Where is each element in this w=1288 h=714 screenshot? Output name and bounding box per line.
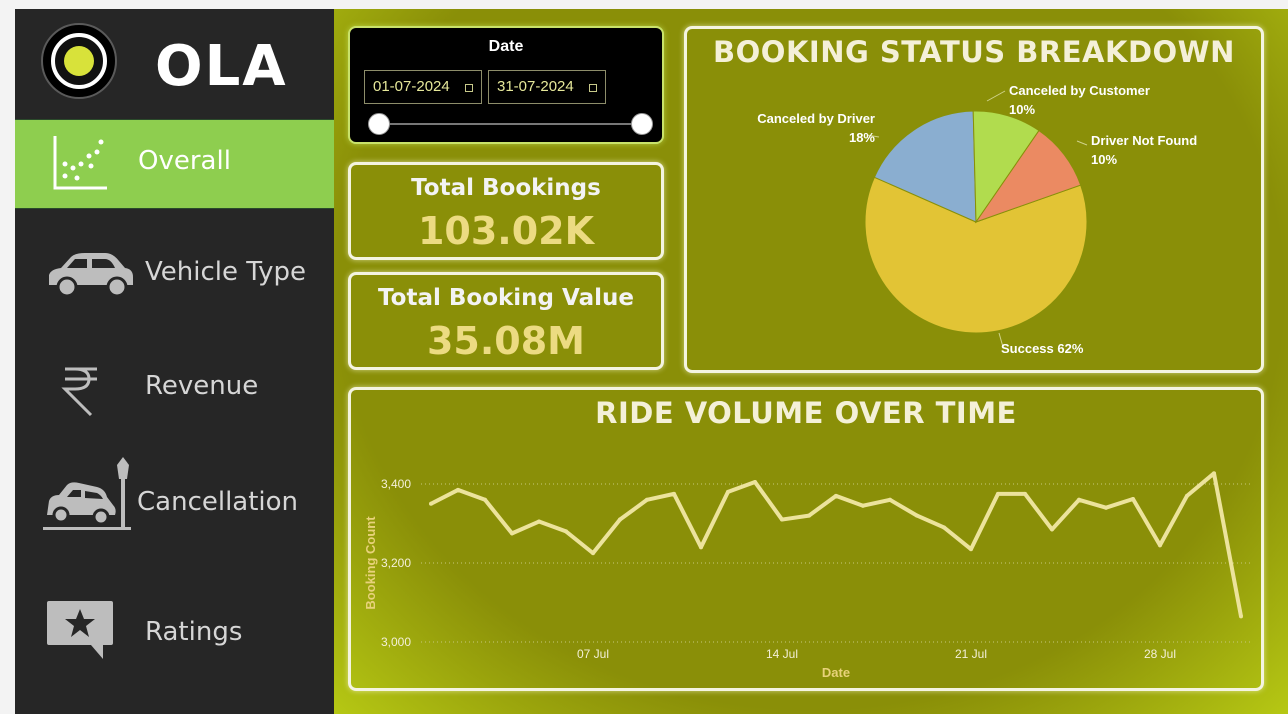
x-tick-label: 14 Jul — [766, 647, 798, 661]
y-tick-label: 3,000 — [381, 635, 411, 649]
pie-label-driver-not-found: Driver Not Found 10% — [1091, 133, 1198, 167]
kpi-value: 35.08M — [426, 319, 585, 363]
data-point[interactable] — [888, 497, 892, 502]
data-point[interactable] — [1104, 505, 1108, 510]
nav-label: Cancellation — [137, 487, 299, 517]
data-point[interactable] — [969, 547, 973, 552]
data-point[interactable] — [1185, 493, 1189, 498]
scatter-chart-icon — [53, 136, 107, 190]
pie-label-canceled-by-driver: Canceled by Driver 18% — [757, 111, 875, 145]
start-date-value: 01-07-2024 — [373, 78, 450, 95]
x-tick-label: 21 Jul — [955, 647, 987, 661]
data-point[interactable] — [537, 519, 541, 524]
pie-leader-line — [986, 90, 1006, 102]
pie-chart — [864, 90, 1088, 348]
data-point[interactable] — [861, 503, 865, 508]
data-point[interactable] — [1158, 543, 1162, 548]
start-date-input[interactable]: 01-07-2024 — [364, 70, 482, 104]
data-point[interactable] — [1212, 471, 1216, 476]
data-point[interactable] — [834, 493, 838, 498]
pie-label-success: Success 62% — [1001, 341, 1084, 356]
data-point[interactable] — [1023, 491, 1027, 496]
data-point[interactable] — [807, 513, 811, 518]
y-tick-label: 3,400 — [381, 477, 411, 491]
star-rating-icon — [47, 601, 113, 659]
data-point[interactable] — [1239, 614, 1243, 619]
rupee-icon — [61, 367, 97, 417]
data-point[interactable] — [942, 525, 946, 530]
kpi-title: Total Booking Value — [378, 285, 634, 311]
data-point[interactable] — [510, 531, 514, 536]
ola-logo: OLA — [41, 23, 286, 99]
ola-logo-mark — [41, 23, 117, 99]
sidebar: OLA Overall Vehicle Type Revenue Cancell… — [15, 9, 334, 714]
x-tick-label: 07 Jul — [577, 647, 609, 661]
data-point[interactable] — [915, 513, 919, 518]
nav-item-overall[interactable]: Overall — [15, 119, 334, 209]
data-point[interactable] — [483, 497, 487, 502]
kpi-title: Total Bookings — [411, 175, 601, 201]
nav-item-vehicle-type[interactable]: Vehicle Type — [15, 231, 334, 319]
car-icon — [49, 253, 133, 298]
pie-label-canceled-by-customer: Canceled by Customer 10% — [1009, 83, 1150, 117]
data-point[interactable] — [780, 517, 784, 522]
end-date-input[interactable]: 31-07-2024 — [488, 70, 606, 104]
data-point[interactable] — [1131, 497, 1135, 502]
date-range-end-handle[interactable] — [631, 113, 653, 135]
data-point[interactable] — [618, 517, 622, 522]
x-tick-label: 28 Jul — [1144, 647, 1176, 661]
calendar-icon[interactable] — [589, 84, 597, 92]
x-axis-label: Date — [822, 665, 850, 680]
data-point[interactable] — [1050, 527, 1054, 532]
date-slicer-title: Date — [488, 38, 524, 55]
data-point[interactable] — [429, 501, 433, 506]
nav-label: Vehicle Type — [145, 257, 306, 287]
nav-item-revenue[interactable]: Revenue — [15, 345, 334, 433]
y-axis-label: Booking Count — [363, 516, 378, 610]
data-point[interactable] — [753, 480, 757, 485]
ride-volume-card: RIDE VOLUME OVER TIME 3,000 3,200 3,400 07 … — [348, 387, 1264, 691]
calendar-icon[interactable] — [465, 84, 473, 92]
date-range-start-handle[interactable] — [368, 113, 390, 135]
nav-item-ratings[interactable]: Ratings — [15, 583, 334, 671]
date-range-track[interactable] — [380, 123, 642, 125]
data-point[interactable] — [996, 491, 1000, 496]
date-slicer: Date 01-07-2024 31-07-2024 — [348, 26, 664, 144]
data-point[interactable] — [726, 489, 730, 494]
nav-label: Revenue — [145, 371, 259, 401]
nav-item-cancellation[interactable]: Cancellation — [15, 457, 334, 545]
y-tick-label: 3,200 — [381, 556, 411, 570]
car-crash-icon — [43, 457, 131, 530]
nav-label: Overall — [138, 146, 231, 176]
line-chart: 3,000 3,200 3,400 07 Jul 14 Jul 21 Jul 28 Jul D… — [363, 471, 1251, 680]
data-point[interactable] — [672, 491, 676, 496]
booking-status-card: BOOKING STATUS BREAKDOWN Canceled by Cus… — [684, 26, 1264, 373]
kpi-card-total-bookings: Total Bookings 103.02K — [348, 162, 664, 260]
data-point[interactable] — [645, 497, 649, 502]
nav-label: Ratings — [145, 617, 243, 647]
data-point[interactable] — [1077, 497, 1081, 502]
pie-leader-line — [1076, 140, 1088, 146]
data-point[interactable] — [591, 551, 595, 556]
data-point[interactable] — [699, 545, 703, 550]
data-point[interactable] — [456, 487, 460, 492]
kpi-value: 103.02K — [417, 209, 595, 253]
brand-name: OLA — [155, 34, 288, 99]
data-point[interactable] — [564, 529, 568, 534]
kpi-card-total-booking-value: Total Booking Value 35.08M — [348, 272, 664, 370]
end-date-value: 31-07-2024 — [497, 78, 574, 95]
